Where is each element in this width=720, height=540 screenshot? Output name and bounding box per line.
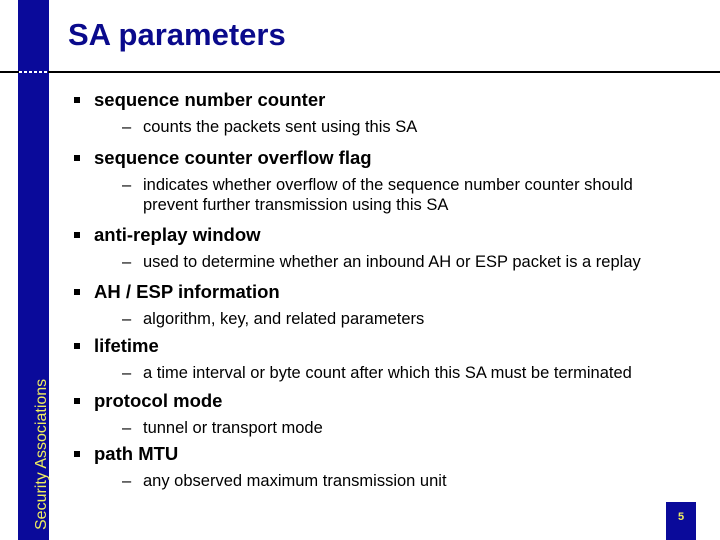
list-item: AH / ESP information – algorithm, key, a…: [66, 280, 686, 329]
dash-icon: –: [122, 118, 132, 136]
sub-item-text: indicates whether overflow of the sequen…: [143, 176, 633, 214]
sub-item-text: tunnel or transport mode: [143, 419, 323, 437]
sub-item-text: used to determine whether an inbound AH …: [143, 253, 641, 271]
square-bullet-icon: [74, 289, 80, 295]
square-bullet-icon: [74, 97, 80, 103]
sub-item-text: algorithm, key, and related parameters: [143, 310, 425, 328]
list-item: lifetime – a time interval or byte count…: [66, 334, 686, 383]
list-item: sequence counter overflow flag – indicat…: [66, 146, 686, 215]
slide-title: SA parameters: [68, 17, 286, 52]
title-divider-dotted-segment: [19, 71, 48, 73]
list-item: anti-replay window – used to determine w…: [66, 223, 686, 272]
square-bullet-icon: [74, 232, 80, 238]
dash-icon: –: [122, 472, 132, 490]
sidebar-label: Security Associations: [33, 378, 50, 530]
page-number: 5: [677, 511, 685, 523]
sub-item: – tunnel or transport mode: [122, 418, 686, 438]
sub-item-text: a time interval or byte count after whic…: [143, 364, 632, 382]
page-number-badge: 5: [666, 502, 696, 540]
sub-item: – used to determine whether an inbound A…: [122, 252, 686, 272]
item-label: AH / ESP information: [94, 281, 280, 302]
sub-item: – counts the packets sent using this SA: [122, 117, 686, 137]
square-bullet-icon: [74, 451, 80, 457]
list-item: sequence number counter – counts the pac…: [66, 88, 686, 137]
sub-item: – any observed maximum transmission unit: [122, 471, 686, 491]
dash-icon: –: [122, 310, 132, 328]
item-label: sequence counter overflow flag: [94, 147, 372, 168]
square-bullet-icon: [74, 398, 80, 404]
title-divider: [0, 71, 720, 73]
square-bullet-icon: [74, 343, 80, 349]
sub-item: – indicates whether overflow of the sequ…: [122, 175, 686, 215]
bullet-list: sequence number counter – counts the pac…: [66, 88, 686, 491]
item-label: protocol mode: [94, 390, 223, 411]
sub-item: – algorithm, key, and related parameters: [122, 309, 686, 329]
sub-item-text: counts the packets sent using this SA: [143, 118, 418, 136]
item-label: lifetime: [94, 335, 159, 356]
dash-icon: –: [122, 176, 132, 194]
sub-item: – a time interval or byte count after wh…: [122, 363, 686, 383]
dash-icon: –: [122, 253, 132, 271]
sub-item-text: any observed maximum transmission unit: [143, 472, 447, 490]
item-label: anti-replay window: [94, 224, 261, 245]
dash-icon: –: [122, 364, 132, 382]
item-label: path MTU: [94, 443, 179, 464]
square-bullet-icon: [74, 155, 80, 161]
list-item: path MTU – any observed maximum transmis…: [66, 442, 686, 491]
dash-icon: –: [122, 419, 132, 437]
item-label: sequence number counter: [94, 89, 326, 110]
sidebar-label-container: Security Associations: [18, 0, 50, 540]
list-item: protocol mode – tunnel or transport mode: [66, 389, 686, 438]
